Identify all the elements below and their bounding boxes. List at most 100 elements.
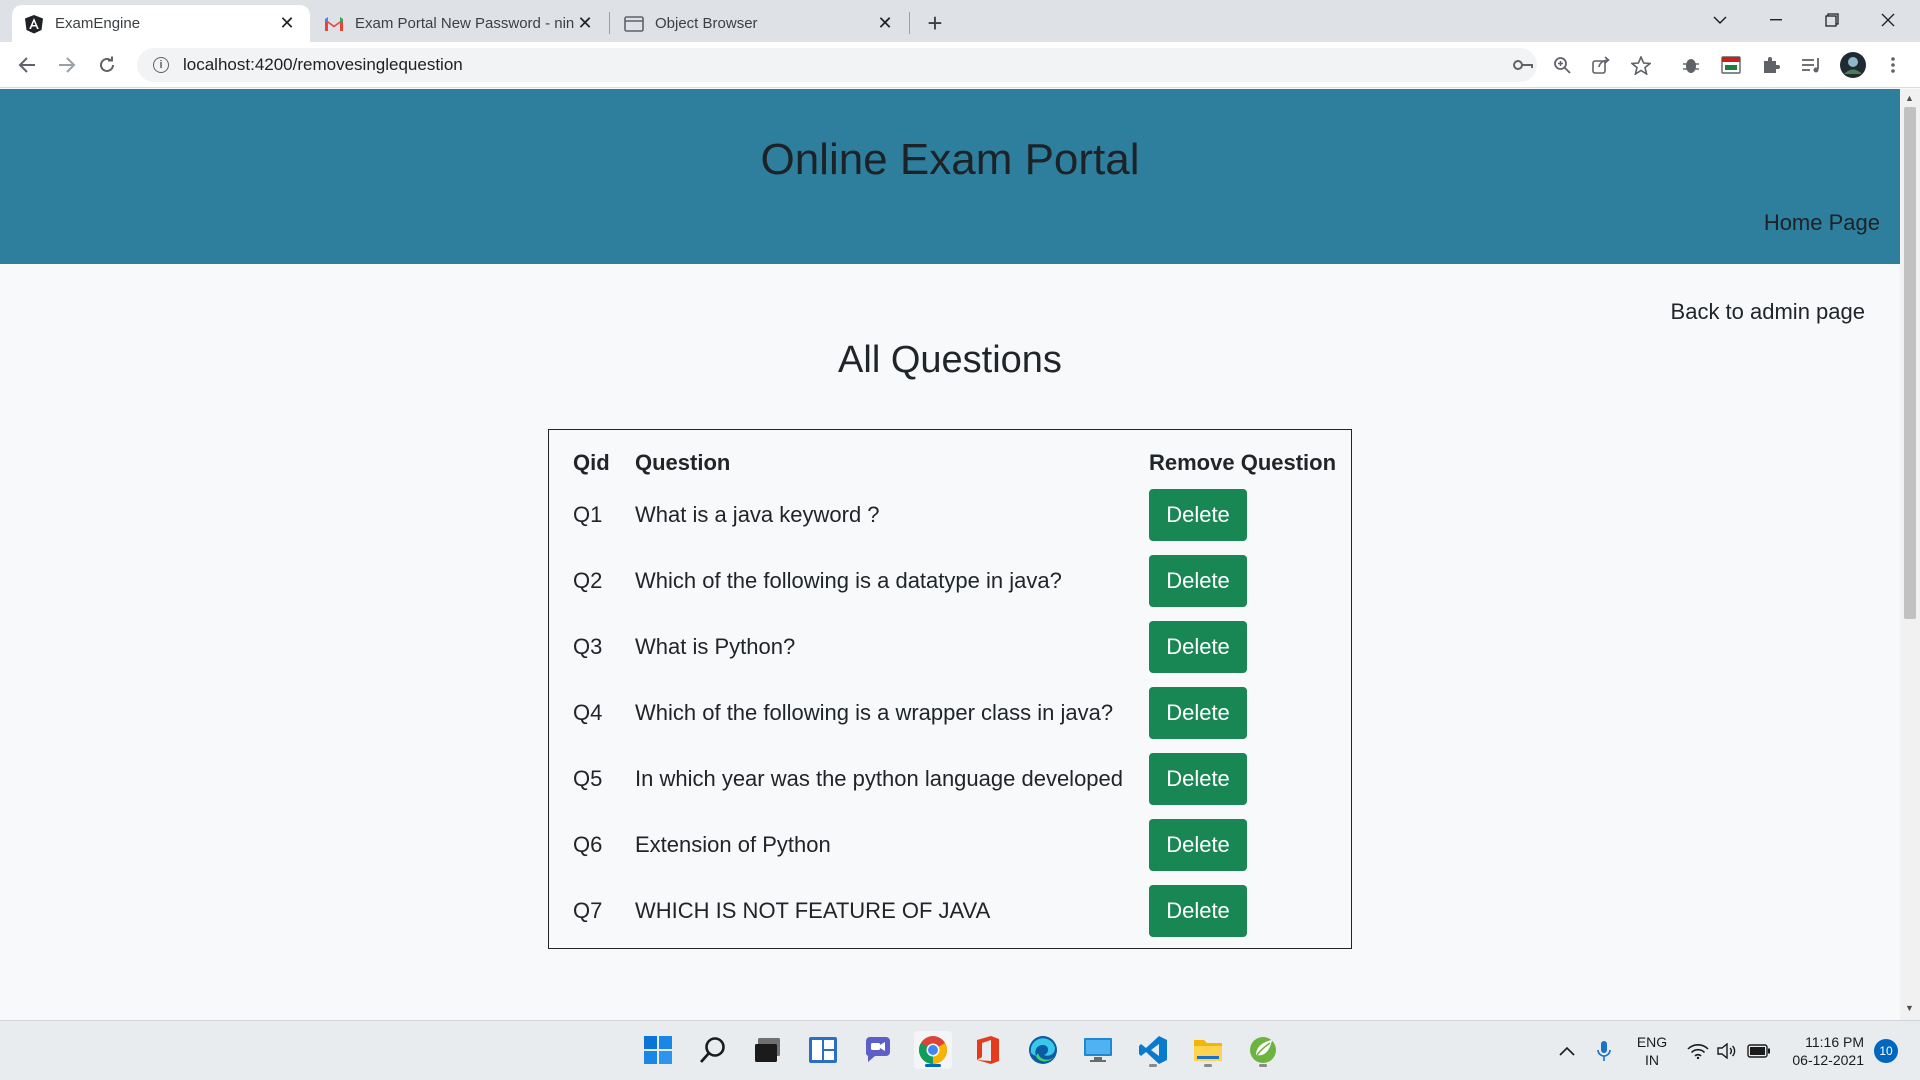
extension-calendar-icon[interactable] xyxy=(1716,50,1746,80)
close-icon[interactable]: ✕ xyxy=(874,13,896,35)
input-language-indicator[interactable]: ENG IN xyxy=(1630,1021,1674,1080)
volume-icon[interactable] xyxy=(1714,1021,1740,1080)
windows-start-icon[interactable] xyxy=(639,1031,677,1069)
notification-badge[interactable]: 10 xyxy=(1874,1039,1898,1063)
column-header-remove-question: Remove Question xyxy=(1149,450,1337,475)
share-icon[interactable] xyxy=(1586,50,1616,80)
delete-button[interactable]: Delete xyxy=(1149,489,1247,541)
tab-title: Object Browser xyxy=(655,15,758,32)
running-app-indicator xyxy=(1149,1064,1157,1067)
chrome-icon[interactable] xyxy=(914,1031,952,1069)
remove-cell: Delete xyxy=(1141,548,1348,614)
remove-cell: Delete xyxy=(1141,680,1348,746)
scroll-down-arrow-icon[interactable]: ▼ xyxy=(1905,1003,1914,1013)
address-bar[interactable]: i localhost:4200/removesinglequestion xyxy=(137,48,1537,82)
zoom-icon[interactable] xyxy=(1547,50,1577,80)
table-row: Q5 In which year was the python language… xyxy=(565,746,1348,812)
delete-button[interactable]: Delete xyxy=(1149,885,1247,937)
browser-toolbar: i localhost:4200/removesinglequestion xyxy=(0,42,1920,88)
tray-overflow-chevron-icon[interactable] xyxy=(1556,1021,1578,1080)
table-row: Q3 What is Python? Delete xyxy=(565,614,1348,680)
question-id: Q4 xyxy=(573,700,603,725)
site-info-icon[interactable]: i xyxy=(153,57,169,73)
remote-desktop-icon[interactable] xyxy=(1079,1031,1117,1069)
site-title: Online Exam Portal xyxy=(760,135,1140,184)
tab-separator xyxy=(909,12,910,34)
file-explorer-icon[interactable] xyxy=(1189,1031,1227,1069)
remove-cell: Delete xyxy=(1141,482,1348,548)
reading-list-icon[interactable] xyxy=(1796,50,1826,80)
tab-examengine[interactable]: ExamEngine ✕ xyxy=(12,5,310,42)
spring-tools-icon[interactable] xyxy=(1244,1031,1282,1069)
window-close-icon[interactable] xyxy=(1860,0,1916,40)
site-header: Online Exam Portal Home Page xyxy=(0,89,1900,264)
new-tab-plus-icon[interactable]: + xyxy=(920,8,950,38)
question-id: Q6 xyxy=(573,832,603,857)
page-viewport: Online Exam Portal Home Page Back to adm… xyxy=(0,89,1900,1020)
clock[interactable]: 11:16 PM 06-12-2021 xyxy=(1778,1021,1864,1080)
scrollbar-thumb[interactable] xyxy=(1904,107,1916,619)
tab-gmail[interactable]: Exam Portal New Password - nina ✕ xyxy=(312,5,608,42)
extensions-puzzle-icon[interactable] xyxy=(1756,50,1786,80)
angular-icon xyxy=(24,14,44,34)
question-text: In which year was the python language de… xyxy=(635,766,1124,791)
minimize-icon[interactable] xyxy=(1748,0,1804,40)
delete-button[interactable]: Delete xyxy=(1149,621,1247,673)
remove-cell: Delete xyxy=(1141,812,1348,878)
vscode-icon[interactable] xyxy=(1134,1031,1172,1069)
restore-icon[interactable] xyxy=(1804,0,1860,40)
microphone-icon[interactable] xyxy=(1592,1021,1616,1080)
questions-table: Qid Question Remove Question Q1 What is … xyxy=(565,444,1348,944)
browser-tab-strip: ExamEngine ✕ Exam Portal New Password - … xyxy=(0,0,1920,42)
tab-search-chevron-icon[interactable] xyxy=(1692,0,1748,40)
forward-arrow-icon[interactable] xyxy=(52,50,82,80)
column-header-qid: Qid xyxy=(573,450,610,475)
page-heading: All Questions xyxy=(838,339,1062,381)
question-id: Q7 xyxy=(573,898,603,923)
search-icon[interactable] xyxy=(694,1031,732,1069)
edge-icon[interactable] xyxy=(1024,1031,1062,1069)
question-text: Extension of Python xyxy=(635,832,831,857)
task-view-icon[interactable] xyxy=(749,1031,787,1069)
question-id: Q2 xyxy=(573,568,603,593)
running-app-indicator xyxy=(1259,1064,1267,1067)
widgets-icon[interactable] xyxy=(804,1031,842,1069)
delete-button[interactable]: Delete xyxy=(1149,555,1247,607)
password-key-icon[interactable] xyxy=(1508,50,1538,80)
table-row: Q6 Extension of Python Delete xyxy=(565,812,1348,878)
battery-icon[interactable] xyxy=(1744,1021,1774,1080)
question-text: WHICH IS NOT FEATURE OF JAVA xyxy=(635,898,991,923)
delete-button[interactable]: Delete xyxy=(1149,687,1247,739)
question-text: Which of the following is a datatype in … xyxy=(635,568,1062,593)
close-icon[interactable]: ✕ xyxy=(276,13,298,35)
active-app-indicator xyxy=(925,1064,941,1067)
question-id: Q3 xyxy=(573,634,603,659)
bookmark-star-icon[interactable] xyxy=(1626,50,1656,80)
profile-avatar-icon[interactable] xyxy=(1838,50,1868,80)
scroll-up-arrow-icon[interactable]: ▲ xyxy=(1905,93,1914,103)
column-header-question: Question xyxy=(635,450,731,475)
home-page-link[interactable]: Home Page xyxy=(1764,210,1880,236)
back-to-admin-link[interactable]: Back to admin page xyxy=(1671,299,1865,325)
wifi-icon[interactable] xyxy=(1684,1021,1712,1080)
remove-cell: Delete xyxy=(1141,746,1348,812)
os-taskbar: ENG IN 11:16 PM 06-12-2021 10 xyxy=(0,1020,1920,1080)
reload-icon[interactable] xyxy=(92,50,122,80)
extension-bug-icon[interactable] xyxy=(1676,50,1706,80)
delete-button[interactable]: Delete xyxy=(1149,753,1247,805)
tab-object-browser[interactable]: Object Browser ✕ xyxy=(612,5,908,42)
table-row: Q1 What is a java keyword ? Delete xyxy=(565,482,1348,548)
table-header-row: Qid Question Remove Question xyxy=(565,444,1348,482)
close-icon[interactable]: ✕ xyxy=(574,13,596,35)
questions-table-container: Qid Question Remove Question Q1 What is … xyxy=(548,429,1352,949)
office-icon[interactable] xyxy=(969,1031,1007,1069)
remove-cell: Delete xyxy=(1141,878,1348,944)
browser-menu-icon[interactable] xyxy=(1878,50,1908,80)
delete-button[interactable]: Delete xyxy=(1149,819,1247,871)
page-scrollbar[interactable]: ▲ ▼ xyxy=(1900,89,1920,1020)
remove-cell: Delete xyxy=(1141,614,1348,680)
back-arrow-icon[interactable] xyxy=(12,50,42,80)
tab-separator xyxy=(609,12,610,34)
url-text: localhost:4200/removesinglequestion xyxy=(183,55,463,74)
teams-chat-icon[interactable] xyxy=(859,1031,897,1069)
